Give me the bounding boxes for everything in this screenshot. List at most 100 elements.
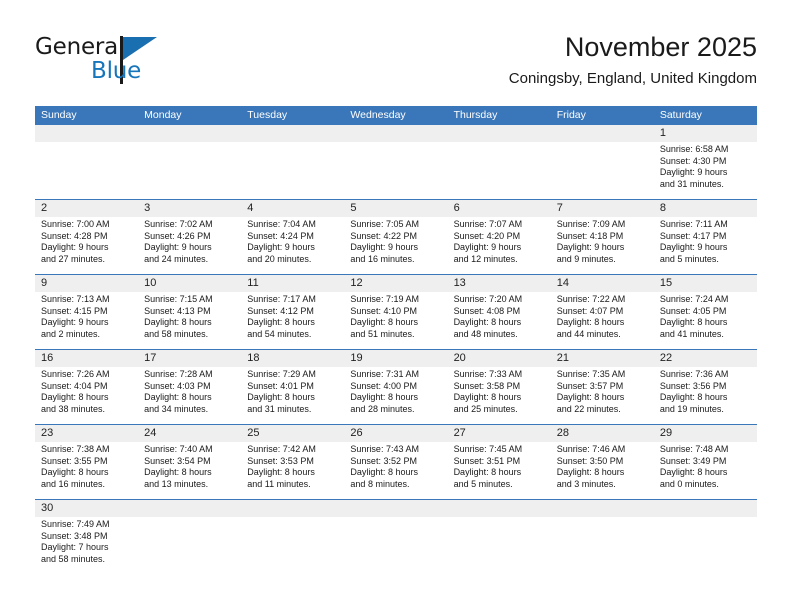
calendar-day-cell[interactable]: 28 Sunrise: 7:46 AM Sunset: 3:50 PM Dayligh… [550,425,654,499]
sunset-text: Sunset: 3:50 PM [556,455,624,466]
sunrise-text: Sunrise: 7:09 AM [556,219,626,229]
day-number-band: 29 [653,425,757,442]
sunset-text: Sunset: 3:58 PM [453,380,521,391]
day-number: 10 [144,277,157,289]
calendar-day-cell[interactable]: 16 Sunrise: 7:26 AM Sunset: 4:04 PM Dayligh… [35,350,139,424]
daylight-text-line1: Daylight: 8 hours [350,467,418,478]
sunrise-text: Sunrise: 7:19 AM [350,294,419,304]
calendar-day-cell[interactable]: 3 Sunrise: 7:02 AM Sunset: 4:26 PM Daylight… [138,200,242,274]
calendar-day-cell[interactable]: 5 Sunrise: 7:05 AM Sunset: 4:22 PM Daylight… [344,200,448,274]
daylight-text-line2: and 0 minutes. [659,478,719,489]
daylight-text-line2: and 28 minutes. [350,403,415,414]
calendar-day-cell[interactable]: 20 Sunrise: 7:33 AM Sunset: 3:58 PM Dayligh… [447,350,551,424]
day-number: 4 [247,202,254,214]
day-number: 21 [556,352,569,364]
calendar-day-cell[interactable]: 18 Sunrise: 7:29 AM Sunset: 4:01 PM Dayligh… [241,350,345,424]
daylight-text-line2: and 16 minutes. [41,478,106,489]
sunset-text: Sunset: 3:52 PM [350,455,417,466]
sunrise-text: Sunrise: 7:24 AM [659,294,729,304]
sunrise-text: Sunrise: 7:20 AM [453,294,523,304]
day-number-band [550,500,654,517]
sunrise-text: Sunrise: 7:15 AM [144,294,213,304]
sunrise-text: Sunrise: 6:58 AM [659,144,729,154]
calendar-day-cell[interactable]: 23 Sunrise: 7:38 AM Sunset: 3:55 PM Dayligh… [35,425,139,499]
day-number: 24 [144,427,157,439]
calendar-day-cell[interactable]: 10 Sunrise: 7:15 AM Sunset: 4:13 PM Dayligh… [138,275,242,349]
calendar-day-cell[interactable]: 30 Sunrise: 7:49 AM Sunset: 3:48 PM Dayligh… [35,500,139,574]
weekday-header-friday: Friday [556,109,586,121]
calendar-day-cell[interactable]: 27 Sunrise: 7:45 AM Sunset: 3:51 PM Dayligh… [447,425,551,499]
calendar-week-row: 2 Sunrise: 7:00 AM Sunset: 4:28 PM Daylight… [35,200,757,275]
sunset-text: Sunset: 4:04 PM [41,380,108,391]
day-number-band: 21 [550,350,654,367]
sunset-text: Sunset: 4:24 PM [247,230,314,241]
day-sun-info: Sunrise: 7:02 AM Sunset: 4:26 PM Daylight:… [138,217,241,265]
daylight-text-line2: and 20 minutes. [247,253,312,264]
calendar-day-cell[interactable]: 24 Sunrise: 7:40 AM Sunset: 3:54 PM Dayligh… [138,425,242,499]
day-number: 28 [556,427,569,439]
brand-logo[interactable]: General Blue [35,34,165,90]
sunset-text: Sunset: 4:20 PM [453,230,521,241]
calendar-day-cell-empty [138,500,242,574]
calendar-day-cell[interactable]: 8 Sunrise: 7:11 AM Sunset: 4:17 PM Daylight… [653,200,757,274]
day-number-band: 5 [344,200,448,217]
calendar-day-cell[interactable]: 4 Sunrise: 7:04 AM Sunset: 4:24 PM Daylight… [241,200,345,274]
day-number-band: 12 [344,275,448,292]
page-title: November 2025 [564,32,757,62]
calendar-day-cell[interactable]: 15 Sunrise: 7:24 AM Sunset: 4:05 PM Dayligh… [653,275,757,349]
calendar-day-cell[interactable]: 14 Sunrise: 7:22 AM Sunset: 4:07 PM Dayligh… [550,275,654,349]
sunrise-text: Sunrise: 7:22 AM [556,294,626,304]
daylight-text-line2: and 48 minutes. [453,328,518,339]
day-number: 7 [556,202,563,214]
day-sun-info: Sunrise: 7:49 AM Sunset: 3:48 PM Daylight:… [35,517,138,565]
day-sun-info: Sunrise: 7:31 AM Sunset: 4:00 PM Daylight:… [344,367,447,415]
sunset-text: Sunset: 4:08 PM [453,305,521,316]
daylight-text-line1: Daylight: 8 hours [659,317,728,328]
sunset-text: Sunset: 3:54 PM [144,455,211,466]
day-number-band: 3 [138,200,242,217]
calendar-day-cell[interactable]: 29 Sunrise: 7:48 AM Sunset: 3:49 PM Dayligh… [653,425,757,499]
calendar-day-cell[interactable]: 7 Sunrise: 7:09 AM Sunset: 4:18 PM Daylight… [550,200,654,274]
daylight-text-line1: Daylight: 8 hours [453,392,522,403]
calendar-day-cell[interactable]: 13 Sunrise: 7:20 AM Sunset: 4:08 PM Dayligh… [447,275,551,349]
page-header: General Blue November 2025 Coningsby, En… [35,30,757,98]
day-number-band [138,125,242,142]
calendar-day-cell[interactable]: 19 Sunrise: 7:31 AM Sunset: 4:00 PM Dayligh… [344,350,448,424]
calendar-day-cell[interactable]: 9 Sunrise: 7:13 AM Sunset: 4:15 PM Daylight… [35,275,139,349]
calendar-day-cell[interactable]: 11 Sunrise: 7:17 AM Sunset: 4:12 PM Dayligh… [241,275,345,349]
day-number: 16 [41,352,54,364]
calendar-day-cell[interactable]: 6 Sunrise: 7:07 AM Sunset: 4:20 PM Daylight… [447,200,551,274]
day-number: 17 [144,352,157,364]
calendar-week-row: 16 Sunrise: 7:26 AM Sunset: 4:04 PM Dayligh… [35,350,757,425]
daylight-text-line1: Daylight: 9 hours [659,242,728,253]
daylight-text-line1: Daylight: 9 hours [659,167,728,178]
calendar-day-cell[interactable]: 1 Sunrise: 6:58 AM Sunset: 4:30 PM Daylight… [653,125,757,199]
calendar-day-cell[interactable]: 17 Sunrise: 7:28 AM Sunset: 4:03 PM Dayligh… [138,350,242,424]
weekday-header-sunday: Sunday [41,109,77,121]
sunset-text: Sunset: 3:55 PM [41,455,108,466]
calendar-day-cell[interactable]: 26 Sunrise: 7:43 AM Sunset: 3:52 PM Dayligh… [344,425,448,499]
calendar-day-cell-empty [138,125,242,199]
calendar-day-cell[interactable]: 25 Sunrise: 7:42 AM Sunset: 3:53 PM Dayligh… [241,425,345,499]
day-number-band [447,125,551,142]
daylight-text-line1: Daylight: 8 hours [556,467,625,478]
sunset-text: Sunset: 3:49 PM [659,455,727,466]
daylight-text-line1: Daylight: 9 hours [41,317,109,328]
sunset-text: Sunset: 4:12 PM [247,305,314,316]
calendar-day-cell[interactable]: 2 Sunrise: 7:00 AM Sunset: 4:28 PM Daylight… [35,200,139,274]
calendar-day-cell[interactable]: 12 Sunrise: 7:19 AM Sunset: 4:10 PM Dayligh… [344,275,448,349]
daylight-text-line1: Daylight: 8 hours [350,317,418,328]
daylight-text-line2: and 8 minutes. [350,478,410,489]
sunrise-text: Sunrise: 7:28 AM [144,369,213,379]
calendar-day-cell-empty [447,125,551,199]
day-sun-info: Sunrise: 7:45 AM Sunset: 3:51 PM Daylight:… [448,442,551,490]
calendar-day-cell[interactable]: 21 Sunrise: 7:35 AM Sunset: 3:57 PM Dayligh… [550,350,654,424]
sunrise-text: Sunrise: 7:26 AM [41,369,110,379]
sunrise-text: Sunrise: 7:33 AM [453,369,523,379]
day-sun-info: Sunrise: 7:00 AM Sunset: 4:28 PM Daylight:… [35,217,138,265]
day-number-band: 9 [35,275,139,292]
day-number: 13 [453,277,466,289]
day-sun-info: Sunrise: 7:29 AM Sunset: 4:01 PM Daylight:… [241,367,344,415]
calendar-day-cell[interactable]: 22 Sunrise: 7:36 AM Sunset: 3:56 PM Dayligh… [653,350,757,424]
sunrise-text: Sunrise: 7:48 AM [659,444,729,454]
